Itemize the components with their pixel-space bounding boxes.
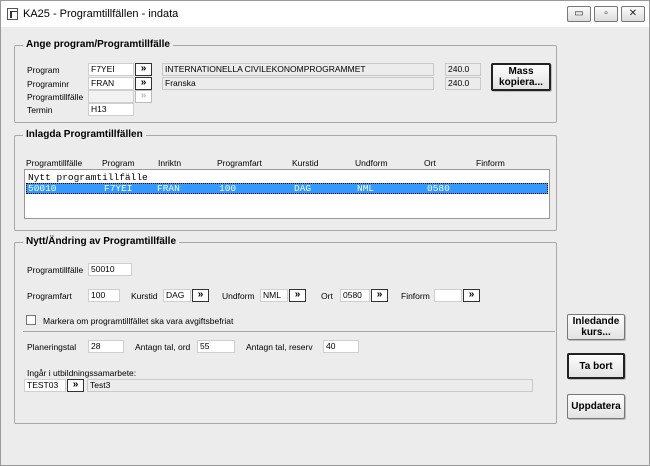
col-header-kurstid: Kurstid: [292, 158, 319, 168]
col-header-programtillfalle: Programtillfälle: [26, 158, 83, 168]
separator: [23, 331, 555, 332]
inlagda-legend: Inlagda Programtillfällen: [23, 129, 146, 140]
ingar-lookup-button[interactable]: »: [67, 379, 84, 392]
programtillfallen-list[interactable]: Nytt programtillfälle 50010 F7YEI FRAN 1…: [24, 169, 550, 219]
cell-inriktn: FRAN: [157, 183, 180, 194]
col-header-finform: Finform: [476, 158, 505, 168]
ingar-name-field: Test3: [87, 379, 533, 392]
programinr-points-field: 240.0: [445, 77, 481, 90]
termin-input[interactable]: H13: [88, 103, 134, 116]
planeringstal-label: Planeringstal: [27, 342, 77, 352]
program-name-field: INTERNATIONELLA CIVILEKONOMPROGRAMMET: [162, 63, 434, 76]
undform-input[interactable]: NML: [260, 289, 288, 302]
programtillfalle-input[interactable]: [88, 90, 134, 103]
cell-program: F7YEI: [104, 183, 133, 194]
finform-input[interactable]: [434, 289, 462, 302]
ort-lookup-button[interactable]: »: [371, 289, 388, 302]
application-window: KA25 - Programtillfällen - indata ▭ ▫ ✕ …: [0, 0, 650, 466]
finform-label: Finform: [401, 291, 430, 301]
col-header-program: Program: [102, 158, 135, 168]
restore-button[interactable]: ▫: [594, 6, 618, 22]
nytt-programtillfalle-input[interactable]: 50010: [88, 263, 132, 276]
ort-label: Ort: [321, 291, 333, 301]
avgiftsbefriat-label: Markera om programtillfället ska vara av…: [43, 316, 234, 326]
col-header-inriktn: Inriktn: [158, 158, 182, 168]
programinr-label: Programinr: [27, 79, 70, 89]
programinr-input[interactable]: FRAN: [88, 77, 134, 90]
antagn-reserv-label: Antagn tal, reserv: [246, 342, 313, 352]
finform-lookup-button[interactable]: »: [463, 289, 480, 302]
antagn-reserv-input[interactable]: 40: [323, 340, 359, 353]
programfart-input[interactable]: 100: [88, 289, 120, 302]
cell-ort: 0580: [427, 183, 450, 194]
ort-input[interactable]: 0580: [340, 289, 370, 302]
kurstid-label: Kurstid: [131, 291, 158, 301]
programinr-lookup-button[interactable]: »: [135, 77, 152, 90]
antagn-ord-input[interactable]: 55: [197, 340, 235, 353]
program-label: Program: [27, 65, 60, 75]
mass-kopiera-line1: Mass: [508, 66, 534, 77]
title-bar: KA25 - Programtillfällen - indata ▭ ▫ ✕: [1, 1, 649, 27]
ingar-label: Ingår i utbildningssamarbete:: [27, 368, 137, 378]
kurstid-lookup-button[interactable]: »: [192, 289, 209, 302]
nytt-programtillfalle-label: Programtillfälle: [27, 265, 84, 275]
window-title: KA25 - Programtillfällen - indata: [23, 8, 179, 20]
ange-program-legend: Ange program/Programtillfälle: [23, 39, 173, 50]
mass-kopiera-line2: kopiera...: [499, 77, 543, 88]
programfart-label: Programfart: [27, 291, 72, 301]
app-icon: [7, 8, 18, 20]
list-item-new[interactable]: Nytt programtillfälle: [26, 172, 548, 183]
programtillfalle-lookup-button[interactable]: »: [135, 90, 152, 103]
col-header-programfart: Programfart: [217, 158, 262, 168]
close-button[interactable]: ✕: [621, 6, 645, 22]
kurstid-input[interactable]: DAG: [163, 289, 191, 302]
inledande-kurs-line1: Inledande: [572, 316, 620, 327]
programtillfalle-label: Programtillfälle: [27, 92, 84, 102]
ta-bort-button[interactable]: Ta bort: [567, 353, 625, 379]
mass-kopiera-button[interactable]: Mass kopiera...: [491, 63, 551, 91]
ingar-code-input[interactable]: TEST03: [24, 379, 66, 392]
cell-programfart: 100: [219, 183, 237, 194]
program-lookup-button[interactable]: »: [135, 63, 152, 76]
undform-lookup-button[interactable]: »: [289, 289, 306, 302]
avgiftsbefriat-checkbox[interactable]: [26, 315, 36, 325]
cell-kurstid: DAG: [294, 183, 312, 194]
col-header-ort: Ort: [424, 158, 436, 168]
col-header-undform: Undform: [355, 158, 388, 168]
inledande-kurs-button[interactable]: Inledande kurs...: [567, 314, 625, 340]
planeringstal-input[interactable]: 28: [88, 340, 124, 353]
termin-label: Termin: [27, 105, 53, 115]
minimize-button[interactable]: ▭: [567, 6, 591, 22]
cell-programtillfalle: 50010: [28, 183, 57, 194]
antagn-ord-label: Antagn tal, ord: [135, 342, 191, 352]
inledande-kurs-line2: kurs...: [581, 327, 611, 338]
uppdatera-button[interactable]: Uppdatera: [567, 394, 625, 419]
cell-undform: NML: [357, 183, 375, 194]
list-item-new-text: Nytt programtillfälle: [28, 172, 148, 183]
nytt-andring-legend: Nytt/Ändring av Programtillfälle: [23, 236, 180, 247]
program-input[interactable]: F7YEI: [88, 63, 134, 76]
undform-label: Undform: [222, 291, 255, 301]
program-points-field: 240.0: [445, 63, 481, 76]
list-item-selected[interactable]: 50010 F7YEI FRAN 100 DAG NML 0580: [26, 183, 548, 194]
programinr-name-field: Franska: [162, 77, 434, 90]
